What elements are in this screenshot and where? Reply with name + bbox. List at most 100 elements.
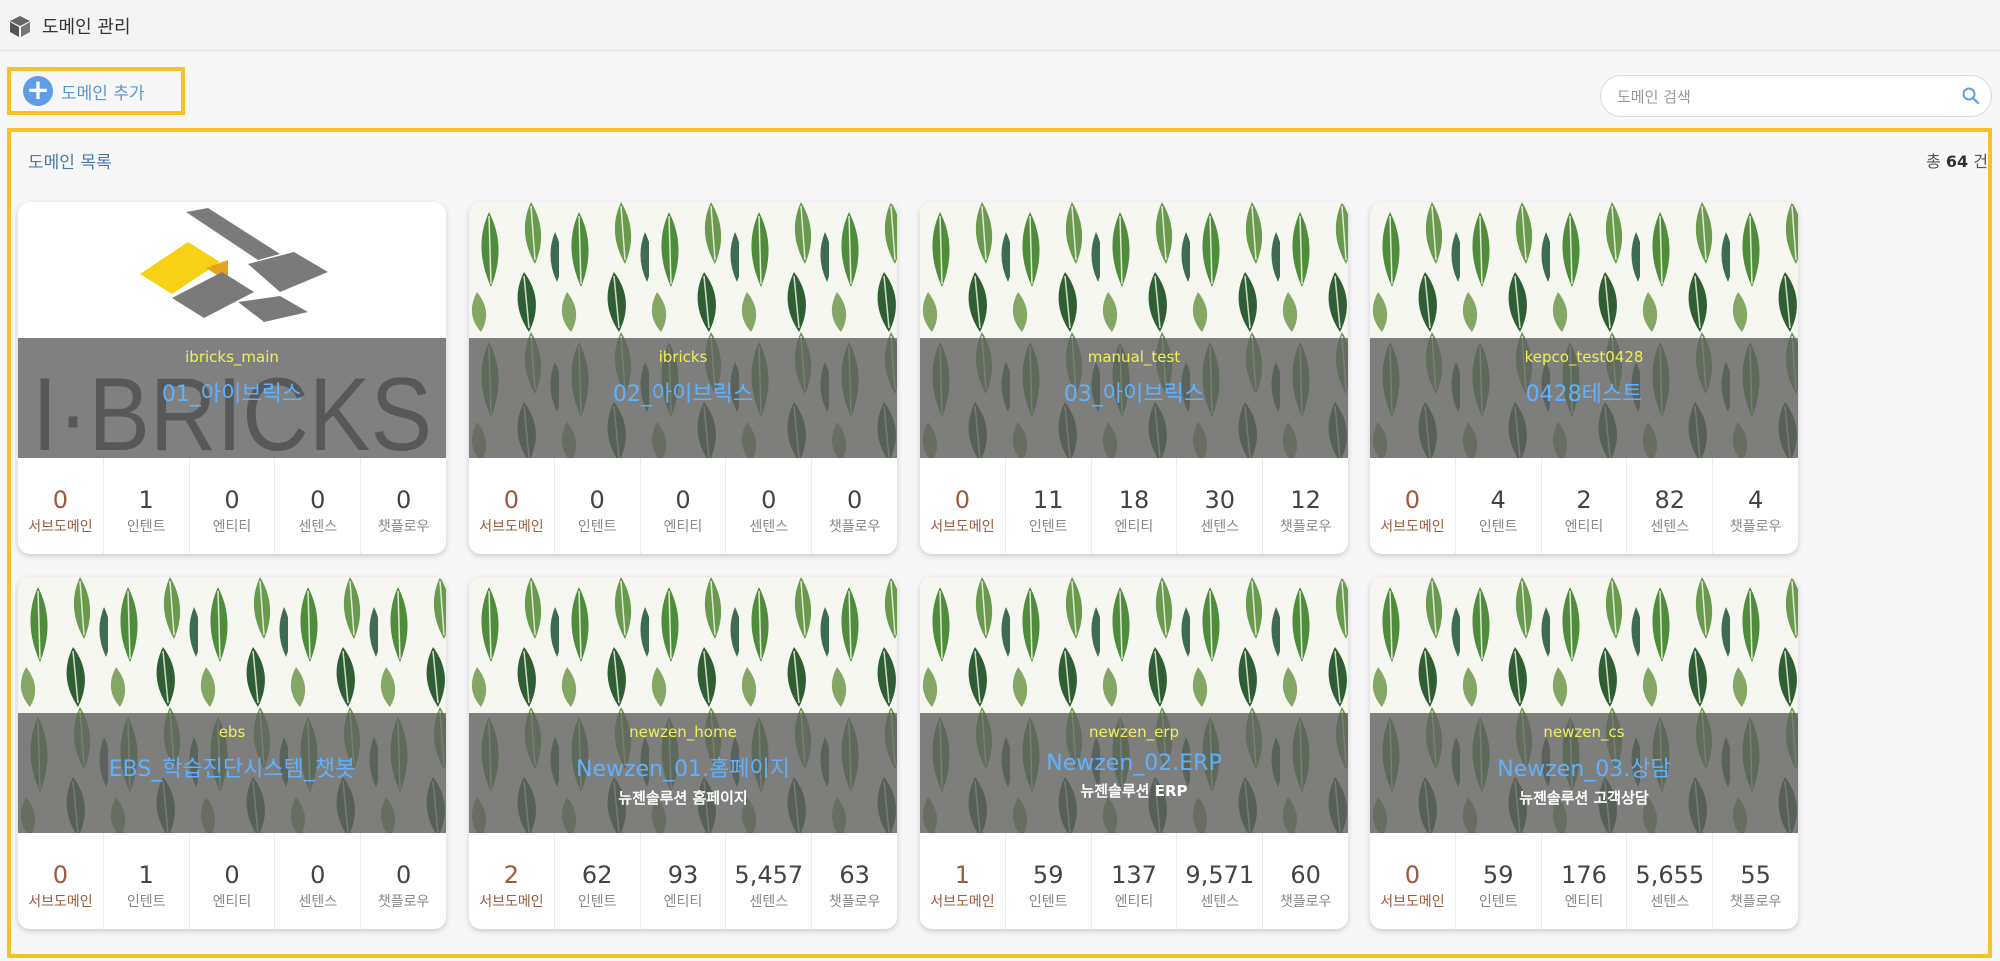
stat-entity[interactable]: 2 엔티티 xyxy=(1542,458,1628,554)
stat-chatflow[interactable]: 0 챗플로우 xyxy=(361,833,446,929)
domain-card[interactable]: newzen_home Newzen_01.홈페이지 뉴젠솔루션 홈페이지 2 서브도메… xyxy=(469,577,897,929)
stat-label: 엔티티 xyxy=(212,894,252,910)
domain-stats: 0 서브도메인 1 인텐트 0 엔티티 0 센텐스 0 챗플로우 xyxy=(18,833,446,929)
stat-label: 인텐트 xyxy=(1028,519,1068,535)
stat-subdomain[interactable]: 0 서브도메인 xyxy=(1370,458,1456,554)
stat-intent[interactable]: 4 인텐트 xyxy=(1456,458,1542,554)
stat-label: 서브도메인 xyxy=(479,894,544,910)
stat-value: 5,457 xyxy=(734,861,804,889)
stat-value: 0 xyxy=(761,486,777,514)
stat-label: 서브도메인 xyxy=(28,519,93,535)
stat-subdomain[interactable]: 2 서브도메인 xyxy=(469,833,555,929)
total-suffix: 건 xyxy=(1973,152,1988,171)
stat-chatflow[interactable]: 4 챗플로우 xyxy=(1713,458,1798,554)
domain-card[interactable]: manual_test 03_아이브릭스 0 서브도메인 11 인텐트 18 엔티티 30 센텐스… xyxy=(920,202,1348,554)
stat-chatflow[interactable]: 0 챗플로우 xyxy=(812,458,897,554)
domain-title[interactable]: Newzen_03.상담 xyxy=(1370,751,1798,783)
stat-value: 5,655 xyxy=(1635,861,1705,889)
stat-entity[interactable]: 18 엔티티 xyxy=(1092,458,1178,554)
stat-label: 센텐스 xyxy=(1200,519,1240,535)
domain-stats: 0 서브도메인 1 인텐트 0 엔티티 0 센텐스 0 챗플로우 xyxy=(18,458,446,554)
stat-value: 0 xyxy=(589,486,605,514)
stat-value: 1 xyxy=(954,861,971,889)
stat-sentence[interactable]: 0 센텐스 xyxy=(275,833,362,929)
search-input[interactable] xyxy=(1615,84,1949,110)
stat-sentence[interactable]: 30 센텐스 xyxy=(1177,458,1264,554)
stat-label: 서브도메인 xyxy=(479,519,544,535)
stat-value: 59 xyxy=(1032,861,1064,889)
domain-title[interactable]: 02_아이브릭스 xyxy=(469,376,897,408)
stat-label: 인텐트 xyxy=(1028,894,1068,910)
stat-intent[interactable]: 1 인텐트 xyxy=(104,458,190,554)
domain-card[interactable]: ibricks 02_아이브릭스 0 서브도메인 0 인텐트 0 엔티티 0 센텐스 0 챗플로우 xyxy=(469,202,897,554)
stat-entity[interactable]: 0 엔티티 xyxy=(641,458,727,554)
stat-subdomain[interactable]: 0 서브도메인 xyxy=(469,458,555,554)
stat-sentence[interactable]: 0 센텐스 xyxy=(726,458,813,554)
stat-entity[interactable]: 137 엔티티 xyxy=(1092,833,1178,929)
stat-value: 60 xyxy=(1290,861,1321,889)
stat-sentence[interactable]: 5,655 센텐스 xyxy=(1627,833,1714,929)
stat-value: 0 xyxy=(395,861,412,889)
stat-entity[interactable]: 93 엔티티 xyxy=(641,833,727,929)
add-domain-button[interactable]: + 도메인 추가 xyxy=(7,67,185,115)
stat-entity[interactable]: 0 엔티티 xyxy=(190,458,276,554)
stat-sentence[interactable]: 82 센텐스 xyxy=(1627,458,1714,554)
stat-label: 센텐스 xyxy=(298,894,338,910)
stat-value: 55 xyxy=(1740,861,1771,889)
stat-intent[interactable]: 1 인텐트 xyxy=(104,833,190,929)
domain-card[interactable]: ebs EBS_학습진단시스템_챗봇 0 서브도메인 1 인텐트 0 엔티티 0 센텐스 0 챗플로우 xyxy=(18,577,446,929)
stat-value: 2 xyxy=(503,861,520,889)
stat-entity[interactable]: 176 엔티티 xyxy=(1542,833,1628,929)
domain-name: newzen_cs xyxy=(1543,723,1625,741)
page-title: 도메인 관리 xyxy=(42,17,131,38)
domain-card[interactable]: I·BRICKSibricks_main01_아이브릭스0서브도메인1인텐트0엔… xyxy=(18,202,446,554)
domain-card[interactable]: newzen_erp Newzen_02.ERP 뉴젠솔루션 ERP 1 서브도메인 59… xyxy=(920,577,1348,929)
stat-chatflow[interactable]: 63 챗플로우 xyxy=(812,833,897,929)
stat-sentence[interactable]: 0 센텐스 xyxy=(275,458,362,554)
stat-value: 0 xyxy=(675,486,691,514)
stat-label: 센텐스 xyxy=(1200,894,1240,910)
stat-chatflow[interactable]: 55 챗플로우 xyxy=(1713,833,1798,929)
stat-value: 0 xyxy=(52,486,69,514)
add-domain-label: 도메인 추가 xyxy=(61,83,145,104)
stat-intent[interactable]: 59 인텐트 xyxy=(1456,833,1542,929)
stat-label: 센텐스 xyxy=(1650,894,1690,910)
stat-subdomain[interactable]: 1 서브도메인 xyxy=(920,833,1006,929)
domain-name: newzen_erp xyxy=(1088,723,1180,741)
stat-sentence[interactable]: 9,571 센텐스 xyxy=(1177,833,1264,929)
domain-title[interactable]: EBS_학습진단시스템_챗봇 xyxy=(18,751,446,783)
stat-chatflow[interactable]: 12 챗플로우 xyxy=(1263,458,1348,554)
domain-title[interactable]: 01_아이브릭스 xyxy=(18,376,446,408)
search-icon[interactable] xyxy=(1961,86,1981,106)
domain-card[interactable]: newzen_cs Newzen_03.상담 뉴젠솔루션 고객상담 0 서브도메인 59 인… xyxy=(1370,577,1798,929)
domain-title[interactable]: Newzen_02.ERP xyxy=(920,751,1348,776)
domain-stats: 0 서브도메인 0 인텐트 0 엔티티 0 센텐스 0 챗플로우 xyxy=(469,458,897,554)
stat-intent[interactable]: 62 인텐트 xyxy=(555,833,641,929)
stat-value: 0 xyxy=(954,486,971,514)
stat-entity[interactable]: 0 엔티티 xyxy=(190,833,276,929)
stat-value: 0 xyxy=(846,486,863,514)
stat-sentence[interactable]: 5,457 센텐스 xyxy=(726,833,813,929)
stat-label: 인텐트 xyxy=(1478,894,1518,910)
stat-subdomain[interactable]: 0 서브도메인 xyxy=(18,833,104,929)
domain-name: newzen_home xyxy=(629,723,737,741)
stat-intent[interactable]: 59 인텐트 xyxy=(1006,833,1092,929)
stat-label: 엔티티 xyxy=(663,519,703,535)
stat-label: 서브도메인 xyxy=(1380,519,1445,535)
stat-subdomain[interactable]: 0 서브도메인 xyxy=(920,458,1006,554)
stat-subdomain[interactable]: 0 서브도메인 xyxy=(1370,833,1456,929)
stat-intent[interactable]: 0 인텐트 xyxy=(555,458,641,554)
domain-card[interactable]: kepco_test0428 0428테스트 0 서브도메인 4 인텐트 2 엔티티 82 센텐스… xyxy=(1370,202,1798,554)
domain-name: ibricks xyxy=(658,348,708,366)
stat-intent[interactable]: 11 인텐트 xyxy=(1006,458,1092,554)
list-title: 도메인 목록 xyxy=(28,153,112,173)
total-count: 총 64 건 xyxy=(1926,148,1988,172)
domain-title[interactable]: Newzen_01.홈페이지 xyxy=(469,751,897,783)
domain-title[interactable]: 03_아이브릭스 xyxy=(920,376,1348,408)
stat-chatflow[interactable]: 0 챗플로우 xyxy=(361,458,446,554)
stat-subdomain[interactable]: 0 서브도메인 xyxy=(18,458,104,554)
card-overlay: ibricks 02_아이브릭스 xyxy=(469,338,897,458)
domain-title[interactable]: 0428테스트 xyxy=(1370,376,1798,408)
stat-label: 챗플로우 xyxy=(1729,519,1782,535)
stat-chatflow[interactable]: 60 챗플로우 xyxy=(1263,833,1348,929)
